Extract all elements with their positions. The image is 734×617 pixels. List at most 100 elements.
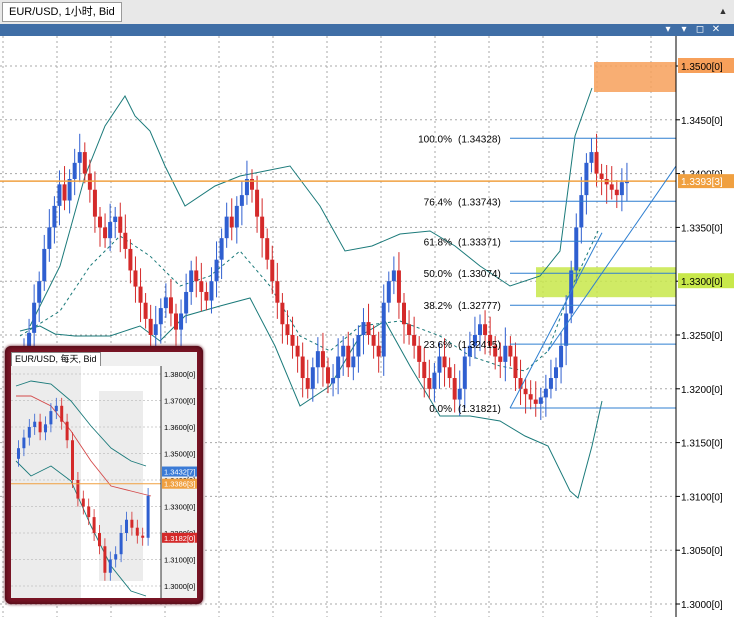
inset-axis-label: 1.3500[0] [164, 450, 195, 459]
candle-body [584, 162, 589, 196]
close-icon[interactable]: ✕ [710, 24, 722, 36]
inset-axis-labels: 1.3800[0] 1.3700[0] 1.3600[0] 1.3500[0] 1.34… [162, 370, 197, 591]
fib-level-price: (1.33743) [458, 197, 501, 208]
candle-body [609, 184, 614, 190]
candle-body [260, 216, 265, 239]
candle-body [396, 270, 401, 303]
inset-candle-body [54, 405, 58, 412]
candle-body [554, 367, 558, 379]
inset-candle-body [33, 421, 37, 427]
candle-body [77, 152, 82, 163]
candle-body [184, 291, 189, 314]
candle-body [300, 356, 305, 379]
candle-body [305, 378, 310, 389]
inset-candle-body [141, 535, 145, 538]
candle-body [594, 152, 599, 174]
candle-body [143, 302, 148, 319]
price-axis-label: 1.3250[0] [681, 331, 723, 342]
candle-body [214, 259, 219, 282]
candle-body [275, 281, 280, 303]
candle-body [204, 291, 209, 301]
inset-candle-body [76, 480, 80, 499]
candle-body [417, 345, 422, 362]
candle-body [427, 378, 432, 389]
candle-body [538, 397, 543, 404]
candle-body [123, 232, 128, 249]
candle-body [295, 345, 300, 357]
inset-axis-label: 1.3600[0] [164, 423, 195, 432]
candle-body [376, 345, 381, 357]
candle-body [564, 313, 569, 346]
candle-body [422, 361, 427, 379]
inset-candle-body [44, 424, 47, 433]
fib-level-percent: 23.6% [424, 340, 452, 351]
inset-candle-body [125, 519, 128, 533]
chart-tab-title[interactable]: EUR/USD, 1小时, Bid [2, 2, 122, 22]
inset-price-tag-label: 1.3386[3] [164, 480, 195, 489]
inset-candle-body [49, 411, 53, 425]
inset-axis-label: 1.3800[0] [164, 370, 195, 379]
candle-body [219, 238, 224, 260]
candle-body [62, 184, 67, 201]
inset-axis-label: 1.3700[0] [164, 397, 195, 406]
bollinger-upper-band [29, 87, 593, 327]
candle-body [543, 388, 548, 398]
candle-body [371, 335, 376, 346]
candle-body [503, 345, 508, 362]
candle-body [234, 205, 239, 228]
inset-chart-title: EUR/USD, 每天, Bid [11, 352, 101, 367]
candle-body [407, 324, 412, 335]
inset-candle-body [17, 448, 20, 459]
zone-axis-label: 1.3300[0] [681, 277, 723, 288]
candle-body [280, 302, 285, 325]
inset-candle-body [27, 427, 31, 438]
inset-candle-body [119, 533, 123, 555]
candle-body [57, 184, 62, 206]
inset-candle-body [108, 559, 112, 573]
candle-body [442, 356, 447, 368]
candle-body [498, 356, 503, 362]
candle-body [82, 152, 87, 174]
candle-body [599, 173, 604, 179]
candle-body [462, 356, 467, 389]
candle-body [209, 281, 214, 301]
candle-body [559, 345, 564, 368]
chart-window-toolbar: ▾ ▾ ◻ ✕ [0, 24, 734, 36]
candle-body [285, 324, 290, 335]
candle-body [138, 286, 143, 303]
candle-body [108, 222, 113, 239]
candle-body [386, 281, 391, 303]
candle-body [179, 313, 184, 330]
candle-body [437, 356, 442, 373]
candle-body [528, 394, 533, 400]
candle-body [168, 297, 173, 314]
scroll-up-icon[interactable]: ▲ [716, 4, 730, 18]
candle-body [336, 356, 341, 379]
inset-axis-label: 1.3100[0] [164, 556, 195, 565]
candle-body [118, 216, 123, 233]
candle-body [103, 227, 108, 239]
price-axis-label: 1.3050[0] [681, 546, 723, 557]
fib-level-percent: 61.8% [424, 237, 452, 248]
candle-body [483, 324, 488, 335]
candle-body [148, 318, 153, 335]
chevron-down-icon[interactable]: ▾ [662, 24, 674, 36]
pin-icon[interactable]: ▾ [678, 24, 690, 36]
candle-body [239, 195, 244, 206]
candle-body [290, 335, 295, 346]
fib-level-percent: 38.2% [424, 301, 452, 312]
inset-candle-body [146, 495, 150, 538]
candle-body [189, 270, 194, 292]
restore-window-icon[interactable]: ◻ [694, 24, 706, 36]
candle-body [163, 297, 168, 309]
candle-body [315, 351, 320, 368]
candle-body [310, 367, 315, 389]
inset-candle-body [130, 519, 134, 528]
candle-body [331, 378, 336, 384]
price-axis-label: 1.3350[0] [681, 223, 723, 234]
candle-body [326, 367, 330, 384]
candle-body [533, 399, 538, 404]
inset-candle-body [65, 421, 69, 441]
fib-level-percent: 0.0% [429, 404, 452, 415]
price-axis-label: 1.3100[0] [681, 492, 723, 503]
